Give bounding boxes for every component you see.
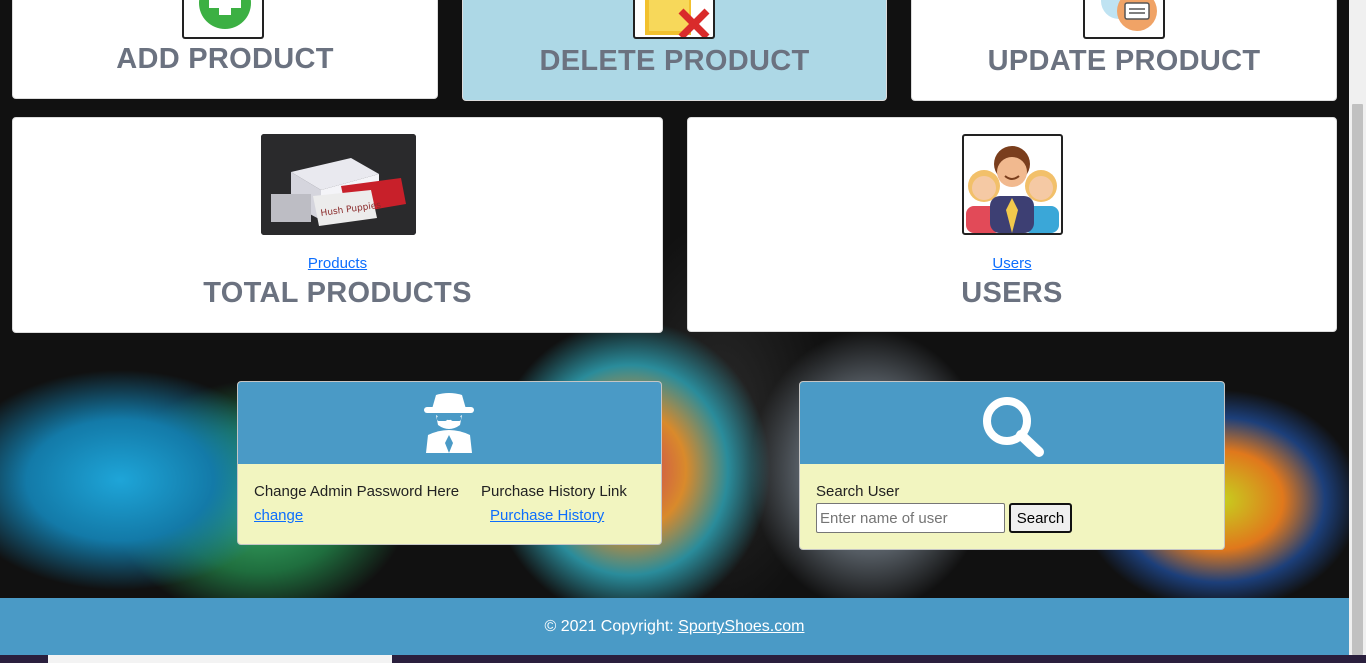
- users-link[interactable]: Users: [688, 255, 1336, 272]
- add-product-card[interactable]: ADD PRODUCT: [12, 0, 438, 99]
- change-password-text: Change Admin Password Here: [254, 483, 460, 500]
- search-icon: [981, 395, 1045, 461]
- delete-product-title[interactable]: DELETE PRODUCT: [463, 45, 886, 78]
- change-password-link[interactable]: change: [254, 507, 303, 524]
- update-product-title[interactable]: UPDATE PRODUCT: [912, 45, 1336, 78]
- total-products-title: TOTAL PRODUCTS: [203, 277, 472, 309]
- total-products-card: Hush Puppies Products TOTAL PRODUCTS: [12, 117, 663, 333]
- users-card: Users USERS: [687, 117, 1337, 332]
- search-button[interactable]: Search: [1009, 503, 1072, 533]
- add-plus-icon[interactable]: [182, 0, 264, 39]
- purchase-history-text: Purchase History Link: [481, 483, 627, 500]
- admin-panel: Change Admin Password Here change Purcha…: [237, 381, 662, 545]
- delete-folder-icon[interactable]: [633, 0, 715, 39]
- purchase-history-link[interactable]: Purchase History: [490, 507, 604, 524]
- products-link[interactable]: Products: [13, 255, 662, 272]
- spy-agent-icon: [422, 391, 476, 457]
- sportyshoes-link[interactable]: SportyShoes.com: [678, 618, 804, 635]
- search-panel-header: [800, 382, 1224, 464]
- add-product-title[interactable]: ADD PRODUCT: [13, 43, 437, 76]
- admin-panel-header: [238, 382, 661, 464]
- users-title: USERS: [961, 277, 1063, 309]
- scrollbar-thumb[interactable]: [1352, 104, 1363, 655]
- search-user-label: Search User: [816, 483, 900, 500]
- update-product-card[interactable]: UPDATE PRODUCT: [911, 0, 1337, 101]
- os-taskbar: [0, 655, 1366, 663]
- users-group-image: [962, 134, 1063, 235]
- search-user-input[interactable]: [816, 503, 1005, 533]
- delete-product-card[interactable]: DELETE PRODUCT: [462, 0, 887, 101]
- footer: © 2021 Copyright: SportyShoes.com: [0, 598, 1349, 655]
- shoe-boxes-image: Hush Puppies: [261, 134, 416, 235]
- copyright-text: © 2021 Copyright:: [544, 618, 679, 635]
- update-document-icon[interactable]: [1083, 0, 1165, 39]
- search-user-panel: Search User Search: [799, 381, 1225, 550]
- taskbar-search-box[interactable]: [48, 655, 392, 663]
- vertical-scrollbar[interactable]: [1349, 0, 1366, 655]
